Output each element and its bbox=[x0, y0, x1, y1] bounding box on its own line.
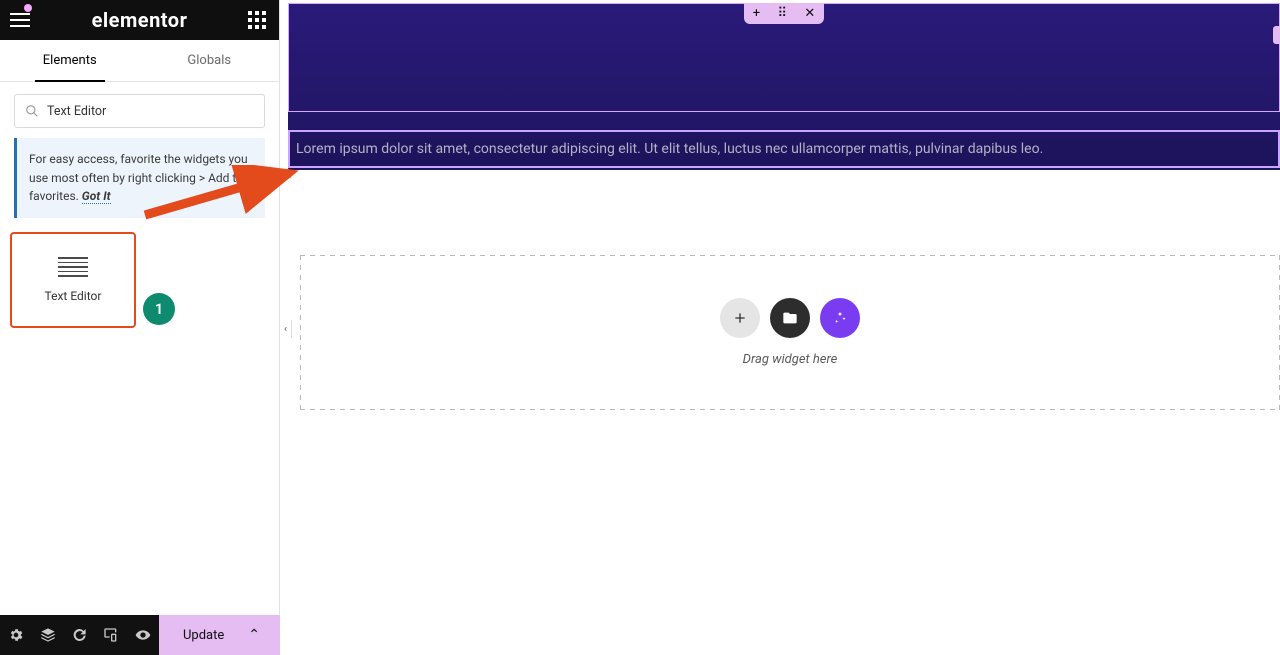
update-label: Update bbox=[183, 628, 224, 643]
text-editor-widget[interactable]: Lorem ipsum dolor sit amet, consectetur … bbox=[288, 130, 1280, 168]
panel-footer: Update ⌃ bbox=[0, 615, 280, 655]
menu-button[interactable] bbox=[10, 8, 34, 32]
drag-section-handle[interactable]: ⠿ bbox=[777, 7, 787, 20]
search-field[interactable] bbox=[14, 94, 265, 128]
widget-text-editor[interactable]: Text Editor bbox=[10, 232, 136, 328]
widgets-list: Text Editor bbox=[0, 232, 279, 328]
search-icon bbox=[25, 104, 39, 118]
new-section-dropzone[interactable]: Drag widget here bbox=[300, 255, 1280, 410]
notification-dot-icon bbox=[24, 4, 32, 12]
editor-panel: elementor Elements Globals For easy acce… bbox=[0, 0, 280, 655]
edit-handle-icon[interactable] bbox=[1273, 26, 1280, 44]
add-section-circle[interactable] bbox=[720, 298, 760, 338]
responsive-button[interactable] bbox=[95, 615, 127, 655]
preview-button[interactable] bbox=[127, 615, 159, 655]
favorites-tip: For easy access, favorite the widgets yo… bbox=[14, 138, 265, 218]
text-content: Lorem ipsum dolor sit amet, consectetur … bbox=[296, 141, 1043, 157]
history-button[interactable] bbox=[64, 615, 96, 655]
panel-header: elementor bbox=[0, 0, 279, 40]
devices-icon bbox=[103, 627, 119, 643]
brand-logo: elementor bbox=[92, 8, 188, 32]
tip-got-it-link[interactable]: Got It bbox=[82, 189, 111, 204]
sparkle-icon bbox=[832, 310, 848, 326]
panel-tabs: Elements Globals bbox=[0, 40, 279, 82]
eye-icon bbox=[135, 627, 151, 643]
section-controls: + ⠿ ✕ bbox=[744, 3, 824, 24]
dropzone-label: Drag widget here bbox=[743, 352, 838, 367]
ai-section-circle[interactable] bbox=[820, 298, 860, 338]
add-template-circle[interactable] bbox=[770, 298, 810, 338]
tip-text: For easy access, favorite the widgets yo… bbox=[29, 152, 248, 203]
chevron-up-icon[interactable]: ⌃ bbox=[248, 627, 260, 643]
add-section-button[interactable]: + bbox=[753, 7, 760, 20]
widget-label: Text Editor bbox=[45, 289, 102, 303]
text-editor-icon bbox=[58, 257, 88, 277]
settings-button[interactable] bbox=[0, 615, 32, 655]
delete-section-button[interactable]: ✕ bbox=[804, 7, 815, 20]
hero-section[interactable]: + ⠿ ✕ Lorem ipsum dolor sit amet, consec… bbox=[288, 3, 1280, 170]
search-container bbox=[0, 82, 279, 138]
layers-icon bbox=[40, 627, 56, 643]
widgets-grid-button[interactable] bbox=[245, 8, 269, 32]
plus-icon bbox=[732, 310, 748, 326]
folder-icon bbox=[782, 310, 798, 326]
panel-collapse-button[interactable]: ‹ bbox=[280, 320, 292, 338]
navigator-button[interactable] bbox=[32, 615, 64, 655]
preview-canvas: + ⠿ ✕ Lorem ipsum dolor sit amet, consec… bbox=[280, 0, 1280, 655]
dropzone-actions bbox=[720, 298, 860, 338]
gear-icon bbox=[8, 627, 24, 643]
search-input[interactable] bbox=[47, 104, 254, 119]
tab-globals[interactable]: Globals bbox=[140, 40, 280, 81]
update-button[interactable]: Update ⌃ bbox=[159, 615, 280, 655]
history-icon bbox=[71, 627, 87, 643]
tab-elements[interactable]: Elements bbox=[0, 40, 140, 81]
